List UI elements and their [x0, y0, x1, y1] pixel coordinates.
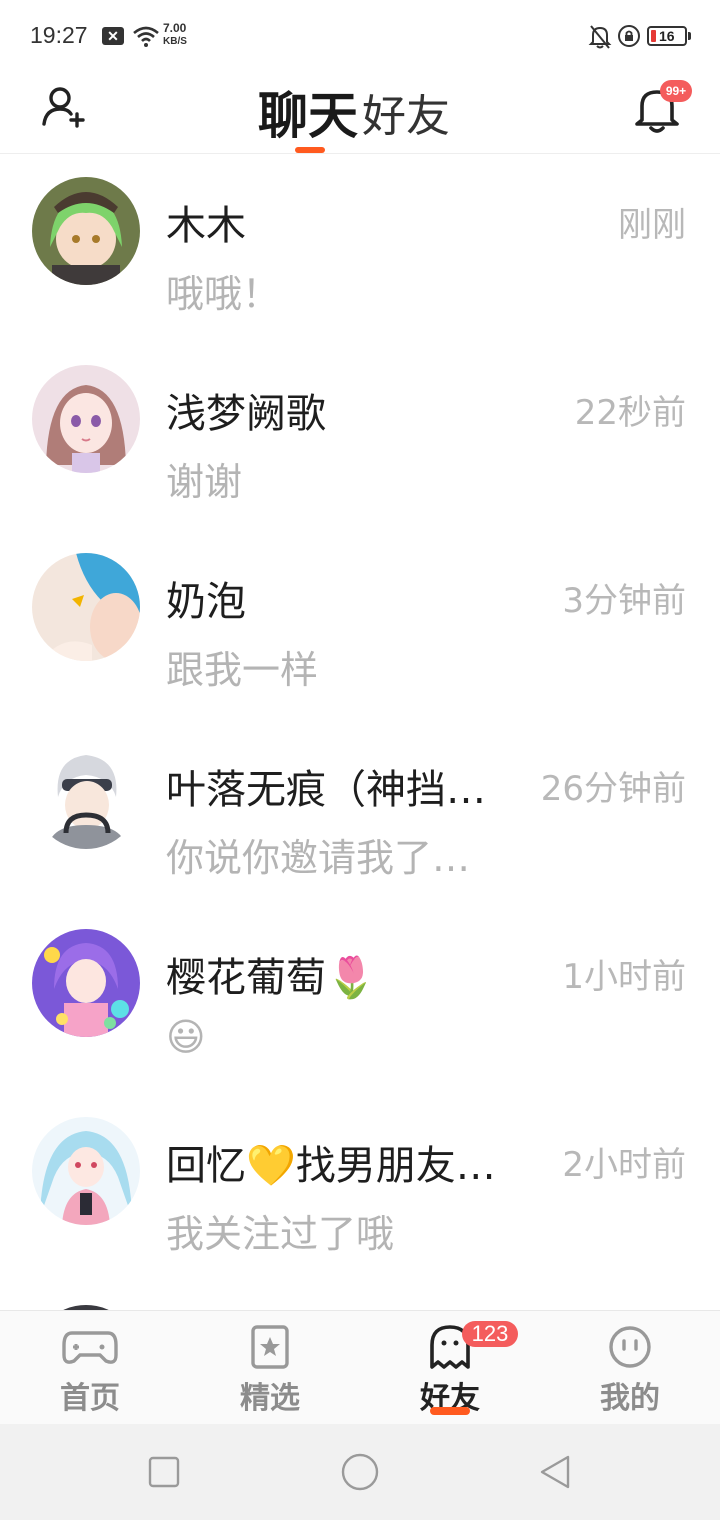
chat-time: 26分钟前: [540, 769, 686, 809]
recent-apps-icon[interactable]: [146, 1454, 182, 1490]
chat-item[interactable]: 木木 刚刚 哦哦！: [0, 155, 720, 343]
tab-friends[interactable]: 好友: [362, 80, 450, 144]
chat-item-partial[interactable]: [0, 1283, 720, 1310]
avatar[interactable]: [32, 553, 140, 661]
chat-time: 22秒前: [574, 393, 686, 433]
chat-item[interactable]: 回忆💛找男朋友… 2小时前 我关注过了哦: [0, 1095, 720, 1283]
chat-name: 奶泡: [166, 579, 246, 625]
chat-name: 回忆💛找男朋友…: [166, 1143, 496, 1189]
nav-label: 精选: [240, 1381, 300, 1416]
active-tab-indicator: [295, 147, 325, 153]
chat-name: 叶落无痕（神挡…: [166, 767, 486, 813]
chat-time: 2小时前: [562, 1145, 686, 1185]
system-nav-bar: [0, 1424, 720, 1520]
chat-name: 木木: [166, 203, 246, 249]
chat-name: 浅梦阙歌: [166, 391, 326, 437]
tab-chat[interactable]: 聊天: [258, 76, 358, 148]
home-button-icon[interactable]: [340, 1452, 380, 1492]
chat-last-message: 谢谢: [166, 460, 243, 504]
avatar[interactable]: [32, 741, 140, 849]
back-icon[interactable]: [538, 1454, 574, 1490]
chat-list: 木木 刚刚 哦哦！ 浅梦阙歌 22秒前 谢谢 奶泡 3分钟前 跟我一样 叶落无痕…: [0, 155, 720, 1310]
chat-time: 1小时前: [562, 957, 686, 997]
nav-friends[interactable]: 123 好友: [360, 1311, 540, 1425]
status-bar: 19:27 ✕ 7.00 KB/S 16: [0, 0, 720, 72]
chat-item[interactable]: 樱花葡萄🌷 1小时前 😃: [0, 907, 720, 1095]
star-bookmark-icon: [251, 1325, 289, 1369]
bottom-nav: 首页 精选 123 好友 我的: [0, 1310, 720, 1424]
wifi-icon: [133, 26, 159, 47]
chat-item[interactable]: 奶泡 3分钟前 跟我一样: [0, 531, 720, 719]
chat-item[interactable]: 浅梦阙歌 22秒前 谢谢: [0, 343, 720, 531]
nav-featured[interactable]: 精选: [180, 1311, 360, 1425]
face-icon: [609, 1326, 651, 1368]
network-speed: 7.00 KB/S: [163, 21, 187, 48]
chat-time: 刚刚: [618, 205, 686, 245]
avatar[interactable]: [32, 929, 140, 1037]
friends-badge: 123: [462, 1321, 518, 1347]
chat-name: 樱花葡萄🌷: [166, 955, 376, 1001]
chat-item[interactable]: 叶落无痕（神挡… 26分钟前 你说你邀请我了…: [0, 719, 720, 907]
active-nav-indicator: [430, 1407, 470, 1415]
rotation-lock-icon: [618, 25, 640, 47]
app-header: 聊天 好友 99+: [0, 72, 720, 154]
nav-label: 首页: [60, 1381, 120, 1416]
nav-label: 我的: [600, 1381, 660, 1416]
chat-last-message: 我关注过了哦: [166, 1212, 395, 1256]
status-time: 19:27: [30, 22, 88, 48]
chat-last-message: 😃: [166, 1015, 206, 1059]
chat-last-message: 跟我一样: [166, 648, 319, 692]
avatar[interactable]: [32, 177, 140, 285]
gamepad-icon: [62, 1331, 118, 1364]
add-friend-icon[interactable]: [40, 82, 88, 130]
notification-x-icon: ✕: [102, 27, 124, 45]
chat-time: 3分钟前: [562, 581, 686, 621]
chat-last-message: 哦哦！: [166, 272, 281, 316]
avatar[interactable]: [32, 1117, 140, 1225]
chat-last-message: 你说你邀请我了…: [166, 836, 471, 880]
nav-me[interactable]: 我的: [540, 1311, 720, 1425]
avatar[interactable]: [32, 365, 140, 473]
nav-home[interactable]: 首页: [0, 1311, 180, 1425]
notification-badge: 99+: [660, 80, 692, 102]
battery-indicator: 16: [647, 26, 691, 46]
bell-muted-icon: [588, 25, 612, 49]
